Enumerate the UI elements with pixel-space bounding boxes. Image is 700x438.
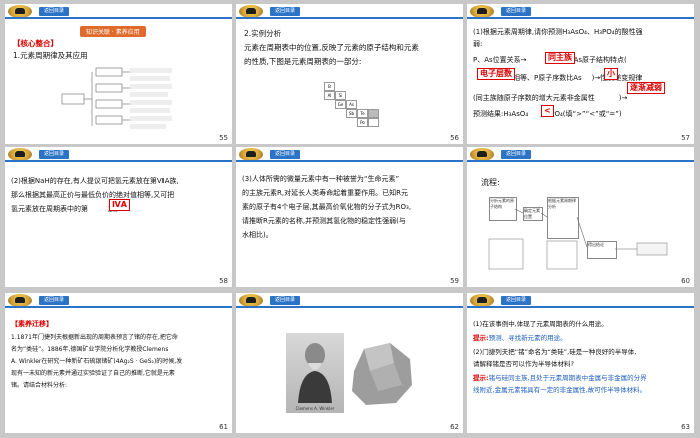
element-cell: Po — [357, 118, 368, 127]
portrait-caption: Clemens A. Winkler — [295, 406, 335, 411]
slide63-line6: 线附近,金属元素锗具有一定的非金属性,故可作半导体材料。 — [473, 386, 647, 394]
slide61-line4: 现有一未知的新元素并通过实验验证了自己的推断,它就是元素 — [11, 370, 175, 377]
mineral-rock — [352, 343, 412, 405]
slide-62[interactable]: 返回目录 Clemens A. Winkler 62 — [236, 293, 463, 433]
slide-header: 返回目录 — [236, 293, 463, 310]
back-to-contents-button[interactable]: 返回目录 — [39, 150, 70, 159]
slide-61[interactable]: 返回目录 【素养迁移】 1.1871年门捷列夫根据新出现的周期表预言了锗的存在,… — [5, 293, 232, 433]
page-number: 62 — [450, 423, 459, 431]
element-cell — [368, 109, 379, 118]
element-cell: Sb — [346, 109, 357, 118]
element-cell: Si — [335, 91, 346, 100]
slide-header: 返回目录 — [5, 147, 232, 164]
slide-60[interactable]: 返回目录 流程: 分析元素的原子结构 确定元素位置 根据元素周期律分析 得出结论… — [467, 147, 694, 287]
page-number: 61 — [219, 423, 228, 431]
header-divider — [236, 17, 463, 19]
slide57-line2: 弱: — [473, 40, 483, 48]
element-cell: Ge — [335, 100, 346, 109]
page-number: 55 — [219, 134, 228, 142]
literacy-heading: 【素养迁移】 — [11, 320, 53, 328]
back-to-contents-button[interactable]: 返回目录 — [39, 7, 70, 16]
slide-header: 返回目录 — [5, 293, 232, 310]
element-cell: B — [324, 82, 335, 91]
header-divider — [236, 160, 463, 162]
slide61-line3: A. Winkler在研究一种新矿石硫银锗矿(4Ag₂S · GeS₂)的时候,… — [11, 358, 183, 365]
header-divider — [467, 17, 694, 19]
header-divider — [5, 160, 232, 162]
header-divider — [5, 17, 232, 19]
element-cell: As — [346, 100, 357, 109]
slide63-line3: (2)门捷列夫把“锗”命名为“类硅”,硅是一种良好的半导体, — [473, 348, 637, 356]
periodic-table-excerpt: B Al Si Ge As Sb Te Po — [324, 82, 384, 130]
core-heading: 【核心整合】 — [13, 39, 58, 48]
back-to-contents-button[interactable]: 返回目录 — [501, 296, 532, 305]
argyrodite-mineral-image — [350, 341, 414, 407]
slide58-line3: 氢元素放在周期表中的第族。 — [11, 205, 122, 213]
slide59-line4: 请推断R元素的名称,并预测其氢化物的稳定性强弱(与 — [242, 217, 406, 225]
portrait-figure — [298, 343, 332, 403]
answer-weaken: 逐渐减弱 — [627, 82, 665, 94]
flow-arrows — [488, 208, 668, 270]
slide63-line1: (1)在该事例中,体现了元素周期表的什么用途。 — [473, 320, 608, 328]
page-number: 58 — [219, 277, 228, 285]
slide-header: 返回目录 — [467, 4, 694, 21]
slide56-line3: 的性质,下图是元素周期表的一部分: — [244, 57, 362, 66]
slide-63[interactable]: 返回目录 (1)在该事例中,体现了元素周期表的什么用途。 提示:预测、寻找新元素… — [467, 293, 694, 433]
answer-less-than: < — [541, 105, 554, 117]
header-divider — [236, 306, 463, 308]
page-number: 56 — [450, 134, 459, 142]
slide58-line1: (2)根据NaH的存在,有人提议可把氢元素放在第ⅦA族, — [11, 177, 179, 185]
slide-56[interactable]: 返回目录 2.实例分析 元素在周期表中的位置,反映了元素的原子结构和元素 的性质… — [236, 4, 463, 144]
slide56-line2: 元素在周期表中的位置,反映了元素的原子结构和元素 — [244, 43, 419, 52]
back-to-contents-button[interactable]: 返回目录 — [270, 150, 301, 159]
slide55-line1: 1.元素周期律及其应用 — [13, 51, 88, 60]
element-cell: Al — [324, 91, 335, 100]
answer-group-iva: ⅣA — [109, 199, 130, 211]
slide61-line2: 名为“类硅”。1886年,德国矿业学院分析化学教授Clemens — [11, 346, 169, 353]
answer-small: 小 — [604, 68, 618, 80]
slide-header: 返回目录 — [467, 293, 694, 310]
slide59-line5: 水相比)。 — [242, 231, 273, 239]
slide63-line5: 提示:锗与硅同主族,且处于元素周期表中金属与非金属的分界 — [473, 374, 647, 382]
answer-electron-shells: 电子层数 — [477, 68, 515, 80]
slide-header: 返回目录 — [236, 4, 463, 21]
slide57-line5: (同主族随原子序数的增大元素非金属性)→ — [473, 94, 628, 102]
page-number: 59 — [450, 277, 459, 285]
back-to-contents-button[interactable]: 返回目录 — [270, 7, 301, 16]
slide57-line1: (1)根据元素周期律,请你预测H₃AsO₄、H₃PO₄的酸性强 — [473, 28, 643, 36]
slide-header: 返回目录 — [5, 4, 232, 21]
back-to-contents-button[interactable]: 返回目录 — [270, 296, 301, 305]
section-banner: 知识关联 · 素养应用 — [80, 26, 146, 37]
page-number: 63 — [681, 423, 690, 431]
answer-same-group: 同主族 — [545, 52, 575, 64]
element-cell — [368, 118, 379, 127]
header-divider — [5, 306, 232, 308]
slide-header: 返回目录 — [236, 147, 463, 164]
slide63-line4: 请解释锗是否可以作为半导体材料? — [473, 360, 574, 368]
slide56-line1: 2.实例分析 — [244, 29, 282, 38]
slide-55[interactable]: 返回目录 知识关联 · 素养应用 【核心整合】 1.元素周期律及其应用 55 — [5, 4, 232, 144]
slide-59[interactable]: 返回目录 (3)人体所需的微量元素中有一种被誉为“生命元素” 的主族元素R,对延… — [236, 147, 463, 287]
concept-map-diagram — [61, 67, 172, 129]
slide61-line1: 1.1871年门捷列夫根据新出现的周期表预言了锗的存在,把它命 — [11, 334, 178, 341]
slide-58[interactable]: 返回目录 (2)根据NaH的存在,有人提议可把氢元素放在第ⅦA族, 那么根据其最… — [5, 147, 232, 287]
winkler-portrait-image: Clemens A. Winkler — [286, 333, 344, 413]
slide61-line5: 锗。请结合材料分析: — [11, 382, 68, 389]
page-number: 57 — [681, 134, 690, 142]
slide59-line1: (3)人体所需的微量元素中有一种被誉为“生命元素” — [242, 175, 400, 183]
back-to-contents-button[interactable]: 返回目录 — [39, 296, 70, 305]
slide-57[interactable]: 返回目录 (1)根据元素周期律,请你预测H₃AsO₄、H₃PO₄的酸性强 弱: … — [467, 4, 694, 144]
back-to-contents-button[interactable]: 返回目录 — [501, 7, 532, 16]
slide59-line2: 的主族元素R,对延长人类寿命起着重要作用。已知R元 — [242, 189, 408, 197]
slide63-line2: 提示:预测、寻找新元素的用途。 — [473, 334, 567, 342]
header-divider — [467, 306, 694, 308]
slide58-line2: 那么根据其最高正价与最低负价的绝对值相等,又可把 — [11, 191, 175, 199]
element-cell: Te — [357, 109, 368, 118]
slide59-line3: 素的原子有4个电子层,其最高价氧化物的分子式为RO₃, — [242, 203, 412, 211]
page-number: 60 — [681, 277, 690, 285]
